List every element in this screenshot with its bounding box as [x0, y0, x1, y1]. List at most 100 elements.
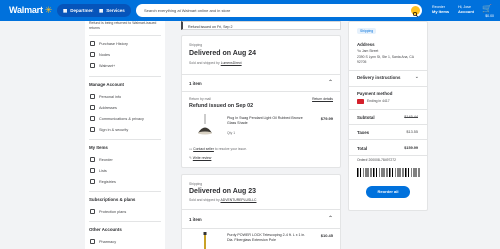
product-qty: Qty 1 [227, 131, 236, 135]
search-button[interactable] [411, 6, 420, 17]
divider [89, 35, 161, 36]
sold-by-prefix: Sold and shipped by [189, 61, 220, 65]
sidebar-item-security[interactable]: Sign in & security [90, 127, 128, 132]
sidebar-item-label: Walmart+ [99, 63, 116, 68]
divider [89, 139, 161, 140]
my-items-heading: My Items [89, 145, 108, 150]
global-header: Walmart ✳ ▦ Departments ▦ Services Searc… [0, 0, 500, 21]
status-badge: Shipping [357, 28, 377, 34]
sidebar-item-label: Registries [99, 179, 116, 184]
payment-method-label: Payment method [357, 91, 393, 96]
extension-pole-image[interactable] [200, 232, 210, 249]
order-title: Delivered on Aug 23 [189, 188, 257, 195]
taxes-label: Taxes [357, 130, 370, 135]
order-barcode [357, 168, 421, 177]
sidebar-item-lists[interactable]: Lists [90, 168, 107, 173]
sidebar-item-reorder[interactable]: Reorder [90, 157, 113, 162]
address-name: Yu Jam Street [357, 49, 379, 53]
search-input[interactable]: Search everything at Walmart online and … [136, 4, 422, 17]
total-label: Total [357, 146, 368, 151]
pharmacy-icon [90, 239, 95, 244]
divider [349, 124, 427, 125]
return-method: Return by mail [189, 97, 211, 101]
delivery-instructions[interactable]: Delivery instructions [357, 75, 400, 80]
chevron-up-icon[interactable]: ⌃ [328, 79, 333, 86]
cart-price: $0.00 [485, 14, 494, 18]
sidebar-item-label: Nodes [99, 52, 110, 57]
pendant-light-image[interactable] [191, 114, 219, 142]
payment-card-row: Ending in 4417 [357, 99, 390, 104]
sidebar-item-purchase-history[interactable]: Purchase History [90, 41, 128, 46]
person-icon [90, 94, 95, 99]
order-number: Order# 200008-78497272 [357, 158, 397, 162]
account-sidebar: Refund is being returned to Walmart-issu… [85, 21, 165, 249]
divider [182, 209, 340, 210]
other-accounts-heading: Other Accounts [89, 227, 122, 232]
cart-icon[interactable]: 🛒 [482, 4, 492, 13]
refund-heading: Refund issued on Sep 02 [189, 103, 254, 109]
sidebar-item-communications[interactable]: Communications & privacy [90, 116, 144, 121]
seller-link[interactable]: LumensDirect [221, 61, 242, 65]
sidebar-item-nodes[interactable]: Nodes [90, 52, 110, 57]
pencil-icon: ✎ [189, 156, 192, 160]
search-placeholder: Search everything at Walmart online and … [144, 8, 231, 13]
services-icon: ▦ [99, 7, 104, 13]
plus-icon [90, 63, 95, 68]
write-review-link[interactable]: Write review [193, 156, 212, 160]
sidebar-item-label: Purchase History [99, 41, 128, 46]
subtotal-value: $145.44 [404, 115, 418, 119]
contact-seller-suffix: to resolve your issue. [214, 147, 247, 151]
return-details-link[interactable]: Return details [312, 97, 333, 101]
product-price: $79.99 [320, 116, 333, 121]
contact-seller-link[interactable]: Contact seller [193, 147, 214, 151]
sidebar-item-label: Pharmacy [99, 239, 117, 244]
product-price: $10.45 [320, 233, 333, 238]
divider [349, 139, 427, 140]
box-icon [90, 52, 95, 57]
product-title[interactable]: Purdy POWER LOCK Telescoping 2-4 ft. L x… [227, 233, 307, 242]
reorder-all-button[interactable]: Reorder all [366, 186, 410, 198]
sidebar-top-text: Refund is being returned to Walmart-issu… [89, 21, 157, 30]
sidebar-item-walmart-plus[interactable]: Walmart+ [90, 63, 115, 68]
seller-link[interactable]: ADVENTUREPLUSLLC [221, 198, 257, 202]
reorder-bottom: My Items [432, 8, 450, 14]
total-value: $159.99 [404, 146, 418, 150]
reorder-link[interactable]: Reorder My Items [432, 5, 449, 14]
receipt-icon [90, 41, 95, 46]
sidebar-item-label: Protection plans [99, 209, 127, 214]
divider [89, 76, 161, 77]
search-icon [412, 11, 418, 17]
sidebar-item-protection-plans[interactable]: Protection plans [90, 209, 126, 214]
reorder-icon [90, 157, 95, 162]
sidebar-item-personal-info[interactable]: Personal info [90, 94, 121, 99]
sidebar-item-registries[interactable]: Registries [90, 179, 116, 184]
sidebar-item-addresses[interactable]: Addresses [90, 105, 117, 110]
spark-icon: ✳ [44, 4, 53, 15]
gift-icon [90, 179, 95, 184]
order-status: Shipping [189, 182, 203, 186]
sidebar-item-label: Lists [99, 168, 107, 173]
account-link[interactable]: Hi, Jose Account [458, 5, 474, 14]
divider [182, 74, 340, 75]
sold-by: Sold and shipped by LumensDirect [189, 61, 242, 65]
grid-icon: ▦ [63, 7, 68, 13]
order-summary-panel: Shipping Address Yu Jam Street 2390 S Ly… [348, 21, 428, 211]
refund-notice: Refund issued on Fri, Sep 2 [181, 21, 341, 30]
services-button[interactable]: ▦ Services [93, 4, 131, 17]
product-title[interactable]: Plug In Swag Pendant Light Oil Rubbed Br… [227, 116, 307, 125]
divider [89, 221, 161, 222]
sidebar-item-label: Addresses [99, 105, 117, 110]
walmart-logo[interactable]: Walmart ✳ [9, 5, 52, 15]
item-count: 1 item [189, 81, 202, 86]
chevron-down-icon[interactable]: ⌄ [415, 74, 419, 80]
sidebar-item-pharmacy[interactable]: Pharmacy [90, 239, 116, 244]
chevron-up-icon[interactable]: ⌃ [328, 215, 333, 222]
divider [349, 109, 427, 110]
divider [349, 86, 427, 87]
sidebar-item-label: Reorder [99, 157, 113, 162]
sidebar-item-label: Communications & privacy [99, 116, 144, 121]
sold-by: Sold and shipped by ADVENTUREPLUSLLC [189, 198, 257, 202]
sold-by-prefix: Sold and shipped by [189, 198, 220, 202]
lock-icon [90, 127, 95, 132]
divider [349, 155, 427, 156]
